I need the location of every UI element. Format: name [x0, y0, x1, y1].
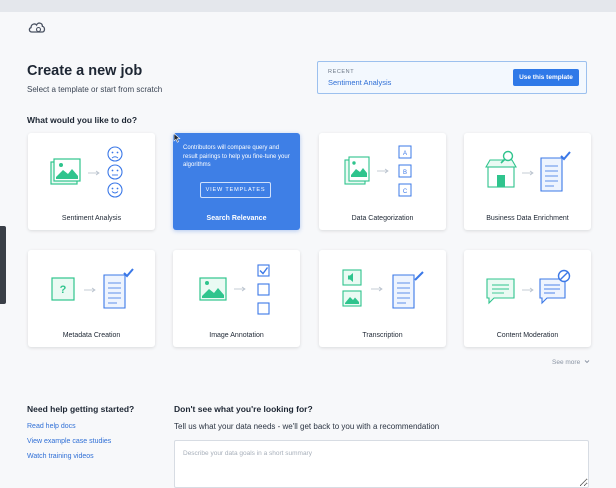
data-goals-input[interactable] [174, 440, 589, 488]
see-more-label: See more [552, 359, 581, 366]
recent-template-box: RECENT Sentiment Analysis Use this templ… [317, 61, 587, 94]
side-feedback-tab[interactable] [0, 226, 6, 304]
metadata-question-glyph: ? [60, 284, 67, 296]
chevron-down-icon [584, 360, 590, 364]
template-card-label: Transcription [362, 332, 403, 339]
category-tile-a: A [403, 151, 407, 157]
template-card-label: Business Data Enrichment [486, 215, 569, 222]
template-card-transcription[interactable]: Transcription [319, 250, 446, 347]
recommendation-title: Don't see what you're looking for? [174, 404, 313, 414]
view-case-studies-link[interactable]: View example case studies [27, 438, 111, 445]
template-card-sentiment-analysis[interactable]: Sentiment Analysis [28, 133, 155, 230]
category-tile-c: C [403, 189, 408, 195]
template-card-content-moderation[interactable]: Content Moderation [464, 250, 591, 347]
top-bar [0, 0, 616, 12]
cursor-icon [173, 133, 181, 143]
view-templates-button[interactable]: VIEW TEMPLATES [200, 182, 271, 198]
recent-label: RECENT [328, 69, 355, 75]
watch-training-videos-link[interactable]: Watch training videos [27, 453, 94, 460]
template-card-label: Data Categorization [351, 215, 414, 222]
section-question: What would you like to do? [27, 115, 138, 125]
read-help-docs-link[interactable]: Read help docs [27, 423, 76, 430]
recent-template-link[interactable]: Sentiment Analysis [328, 78, 391, 87]
template-card-image-annotation[interactable]: Image Annotation [173, 250, 300, 347]
page-subtitle: Select a template or start from scratch [27, 85, 163, 94]
template-card-description: Contributors will compare query and resu… [183, 145, 290, 169]
see-more-link[interactable]: See more [552, 359, 590, 366]
category-tile-b: B [403, 170, 407, 176]
template-card-metadata-creation[interactable]: ? Metadata Creation [28, 250, 155, 347]
template-card-label: Content Moderation [496, 332, 559, 339]
template-card-label: Metadata Creation [62, 332, 121, 339]
recommendation-subtitle: Tell us what your data needs - we'll get… [174, 422, 440, 431]
template-card-business-data-enrichment[interactable]: Business Data Enrichment [464, 133, 591, 230]
page-title: Create a new job [27, 63, 143, 79]
use-this-template-button[interactable]: Use this template [513, 69, 579, 86]
template-card-label: Image Annotation [209, 332, 264, 339]
template-card-label: Sentiment Analysis [61, 215, 122, 222]
template-card-search-relevance[interactable]: Contributors will compare query and resu… [173, 133, 300, 230]
template-card-label: Search Relevance [206, 215, 267, 222]
template-card-data-categorization[interactable]: A B C Data Categorization [319, 133, 446, 230]
cloud-logo-icon[interactable] [27, 19, 47, 35]
help-title: Need help getting started? [27, 404, 135, 414]
